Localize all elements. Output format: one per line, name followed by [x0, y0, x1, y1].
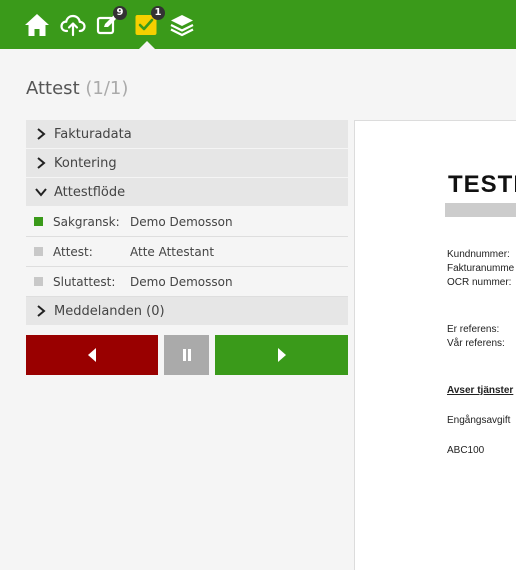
pause-icon	[182, 349, 191, 361]
section-fakturadata[interactable]: Fakturadata	[26, 120, 348, 149]
section-meddelanden-label: Meddelanden (0)	[54, 303, 165, 319]
edit-icon[interactable]: 9	[93, 6, 127, 40]
flow-person: Demo Demosson	[130, 214, 233, 229]
document-logo-bar	[445, 203, 516, 217]
invoice-preview[interactable]: TESTI Kundnummer: Fakturanumme OCR numme…	[354, 120, 516, 570]
flow-person: Demo Demosson	[130, 274, 233, 289]
document-logo: TESTI	[448, 171, 516, 198]
doc-avser: Avser tjänster	[447, 385, 514, 396]
section-attestflode-label: Attestflöde	[54, 184, 126, 200]
chevron-right-icon	[34, 304, 48, 318]
doc-article: ABC100	[447, 445, 485, 456]
doc-ocr: OCR nummer:	[447, 277, 512, 288]
page-title-text: Attest	[26, 78, 80, 99]
attest-panel: Fakturadata Kontering Attestflöde Sakgra…	[26, 120, 348, 326]
edit-badge: 9	[113, 6, 127, 20]
section-fakturadata-label: Fakturadata	[54, 126, 132, 142]
attest-badge: 1	[151, 6, 165, 20]
check-square-icon[interactable]: 1	[131, 6, 165, 40]
flow-role: Slutattest:	[53, 274, 116, 289]
flow-role: Attest:	[53, 244, 93, 259]
back-button[interactable]	[26, 335, 158, 375]
status-square	[34, 217, 43, 226]
flow-row: Attest: Atte Attestant	[26, 237, 348, 267]
doc-er-referens: Er referens:	[447, 324, 500, 335]
doc-fakturanummer: Fakturanumme	[447, 263, 515, 274]
chevron-right-icon	[34, 156, 48, 170]
chevron-right-icon	[34, 127, 48, 141]
home-icon[interactable]	[22, 10, 52, 40]
section-kontering[interactable]: Kontering	[26, 149, 348, 178]
pause-button[interactable]	[164, 335, 209, 375]
status-square	[34, 247, 43, 256]
page-title: Attest (1/1)	[26, 78, 128, 99]
section-kontering-label: Kontering	[54, 155, 117, 171]
top-navigation-bar: 9 1	[0, 0, 516, 49]
flow-row: Slutattest: Demo Demosson	[26, 267, 348, 297]
doc-kundnummer: Kundnummer:	[447, 249, 510, 260]
triangle-left-icon	[88, 348, 96, 362]
flow-role: Sakgransk:	[53, 214, 120, 229]
triangle-right-icon	[277, 348, 286, 362]
active-tab-indicator	[139, 41, 155, 49]
doc-var-referens: Vår referens:	[447, 338, 505, 349]
section-meddelanden[interactable]: Meddelanden (0)	[26, 297, 348, 326]
flow-row: Sakgransk: Demo Demosson	[26, 207, 348, 237]
layers-icon[interactable]	[167, 10, 197, 40]
forward-button[interactable]	[215, 335, 348, 375]
flow-person: Atte Attestant	[130, 244, 215, 259]
page-count: (1/1)	[85, 78, 129, 99]
cloud-upload-icon[interactable]	[58, 10, 88, 40]
action-buttons	[26, 335, 348, 375]
section-attestflode[interactable]: Attestflöde	[26, 178, 348, 207]
chevron-down-icon	[34, 185, 48, 199]
doc-engangsavgift: Engångsavgift	[447, 415, 511, 426]
status-square	[34, 277, 43, 286]
